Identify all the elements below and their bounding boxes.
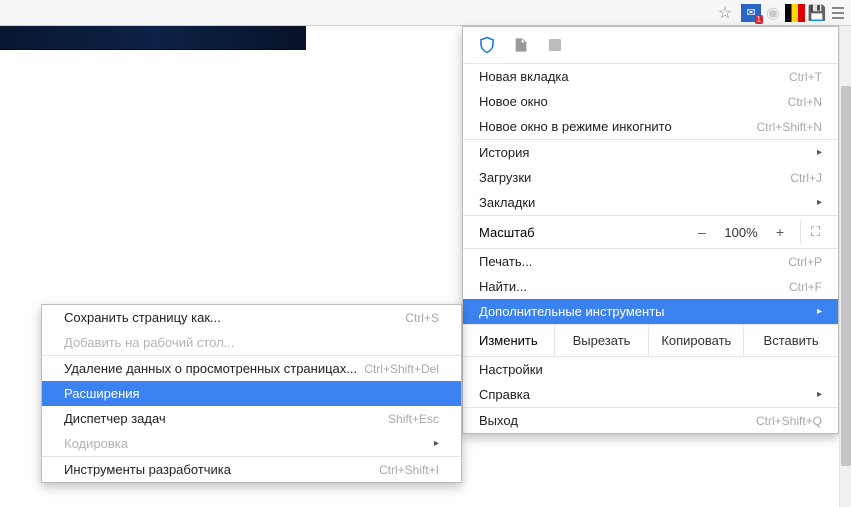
- scrollbar-thumb[interactable]: [841, 86, 851, 466]
- menu-print[interactable]: Печать... Ctrl+P: [463, 249, 838, 274]
- menu-edit-row: Изменить Вырезать Копировать Вставить: [463, 325, 838, 356]
- menu-label: Закладки: [479, 195, 535, 210]
- zoom-out-button[interactable]: –: [688, 220, 716, 244]
- submenu-label: Инструменты разработчика: [64, 462, 231, 477]
- submenu-shortcut: Ctrl+S: [405, 311, 439, 325]
- more-tools-submenu: Сохранить страницу как... Ctrl+S Добавит…: [41, 304, 462, 483]
- menu-zoom-row: Масштаб – 100% + ⛶: [463, 216, 838, 248]
- submenu-label: Расширения: [64, 386, 140, 401]
- submenu-label: Диспетчер задач: [64, 411, 166, 426]
- menu-more-tools[interactable]: Дополнительные инструменты: [463, 299, 838, 324]
- menu-shortcut: Ctrl+N: [788, 95, 822, 109]
- globe-extension-icon[interactable]: ◉: [763, 3, 783, 23]
- browser-toolbar: ☆ ✉ 1 ◉ 💾: [0, 0, 851, 26]
- pdf-icon[interactable]: [511, 35, 531, 55]
- menu-label: Дополнительные инструменты: [479, 304, 665, 319]
- menu-extension-row: [463, 27, 838, 63]
- zoom-label: Масштаб: [479, 225, 688, 240]
- submenu-save-page[interactable]: Сохранить страницу как... Ctrl+S: [42, 305, 461, 330]
- menu-label: Загрузки: [479, 170, 531, 185]
- flag-extension-icon[interactable]: [785, 3, 805, 23]
- submenu-task-manager[interactable]: Диспетчер задач Shift+Esc: [42, 406, 461, 431]
- menu-label: Выход: [479, 413, 518, 428]
- fullscreen-icon[interactable]: ⛶: [800, 220, 830, 244]
- cut-button[interactable]: Вырезать: [554, 325, 649, 356]
- page-banner: [0, 26, 306, 50]
- save-extension-icon[interactable]: 💾: [807, 3, 827, 23]
- zoom-value: 100%: [716, 225, 766, 240]
- menu-label: Новое окно в режиме инкогнито: [479, 119, 672, 134]
- menu-incognito[interactable]: Новое окно в режиме инкогнито Ctrl+Shift…: [463, 114, 838, 139]
- menu-find[interactable]: Найти... Ctrl+F: [463, 274, 838, 299]
- menu-new-tab[interactable]: Новая вкладка Ctrl+T: [463, 64, 838, 89]
- submenu-shortcut: Ctrl+Shift+I: [379, 463, 439, 477]
- submenu-encoding: Кодировка: [42, 431, 461, 456]
- star-icon[interactable]: ☆: [715, 3, 735, 23]
- hamburger-menu-icon[interactable]: [829, 4, 847, 22]
- submenu-shortcut: Ctrl+Shift+Del: [364, 362, 439, 376]
- menu-bookmarks[interactable]: Закладки: [463, 190, 838, 215]
- menu-label: Настройки: [479, 362, 543, 377]
- mail-badge: 1: [755, 15, 763, 24]
- submenu-label: Кодировка: [64, 436, 128, 451]
- menu-history[interactable]: История: [463, 140, 838, 165]
- submenu-label: Сохранить страницу как...: [64, 310, 221, 325]
- submenu-shortcut: Shift+Esc: [388, 412, 439, 426]
- shield-icon[interactable]: [477, 35, 497, 55]
- menu-settings[interactable]: Настройки: [463, 357, 838, 382]
- menu-shortcut: Ctrl+Shift+Q: [756, 414, 822, 428]
- menu-shortcut: Ctrl+F: [789, 280, 822, 294]
- paste-button[interactable]: Вставить: [743, 325, 838, 356]
- menu-shortcut: Ctrl+P: [788, 255, 822, 269]
- submenu-add-desktop: Добавить на рабочий стол...: [42, 330, 461, 355]
- app-icon[interactable]: [545, 35, 565, 55]
- menu-label: История: [479, 145, 529, 160]
- menu-label: Найти...: [479, 279, 527, 294]
- zoom-in-button[interactable]: +: [766, 220, 794, 244]
- menu-help[interactable]: Справка: [463, 382, 838, 407]
- submenu-clear-browsing[interactable]: Удаление данных о просмотренных страница…: [42, 356, 461, 381]
- menu-new-window[interactable]: Новое окно Ctrl+N: [463, 89, 838, 114]
- menu-shortcut: Ctrl+J: [790, 171, 822, 185]
- copy-button[interactable]: Копировать: [648, 325, 743, 356]
- menu-label: Печать...: [479, 254, 532, 269]
- submenu-devtools[interactable]: Инструменты разработчика Ctrl+Shift+I: [42, 457, 461, 482]
- browser-main-menu: Новая вкладка Ctrl+T Новое окно Ctrl+N Н…: [462, 26, 839, 434]
- menu-exit[interactable]: Выход Ctrl+Shift+Q: [463, 408, 838, 433]
- menu-downloads[interactable]: Загрузки Ctrl+J: [463, 165, 838, 190]
- vertical-scrollbar[interactable]: [839, 26, 851, 507]
- menu-label: Новое окно: [479, 94, 548, 109]
- menu-shortcut: Ctrl+Shift+N: [757, 120, 822, 134]
- mail-extension-icon[interactable]: ✉ 1: [741, 4, 761, 22]
- submenu-label: Добавить на рабочий стол...: [64, 335, 235, 350]
- menu-shortcut: Ctrl+T: [789, 70, 822, 84]
- menu-label: Справка: [479, 387, 530, 402]
- submenu-label: Удаление данных о просмотренных страница…: [64, 361, 357, 376]
- edit-label: Изменить: [463, 325, 554, 356]
- submenu-extensions[interactable]: Расширения: [42, 381, 461, 406]
- menu-label: Новая вкладка: [479, 69, 569, 84]
